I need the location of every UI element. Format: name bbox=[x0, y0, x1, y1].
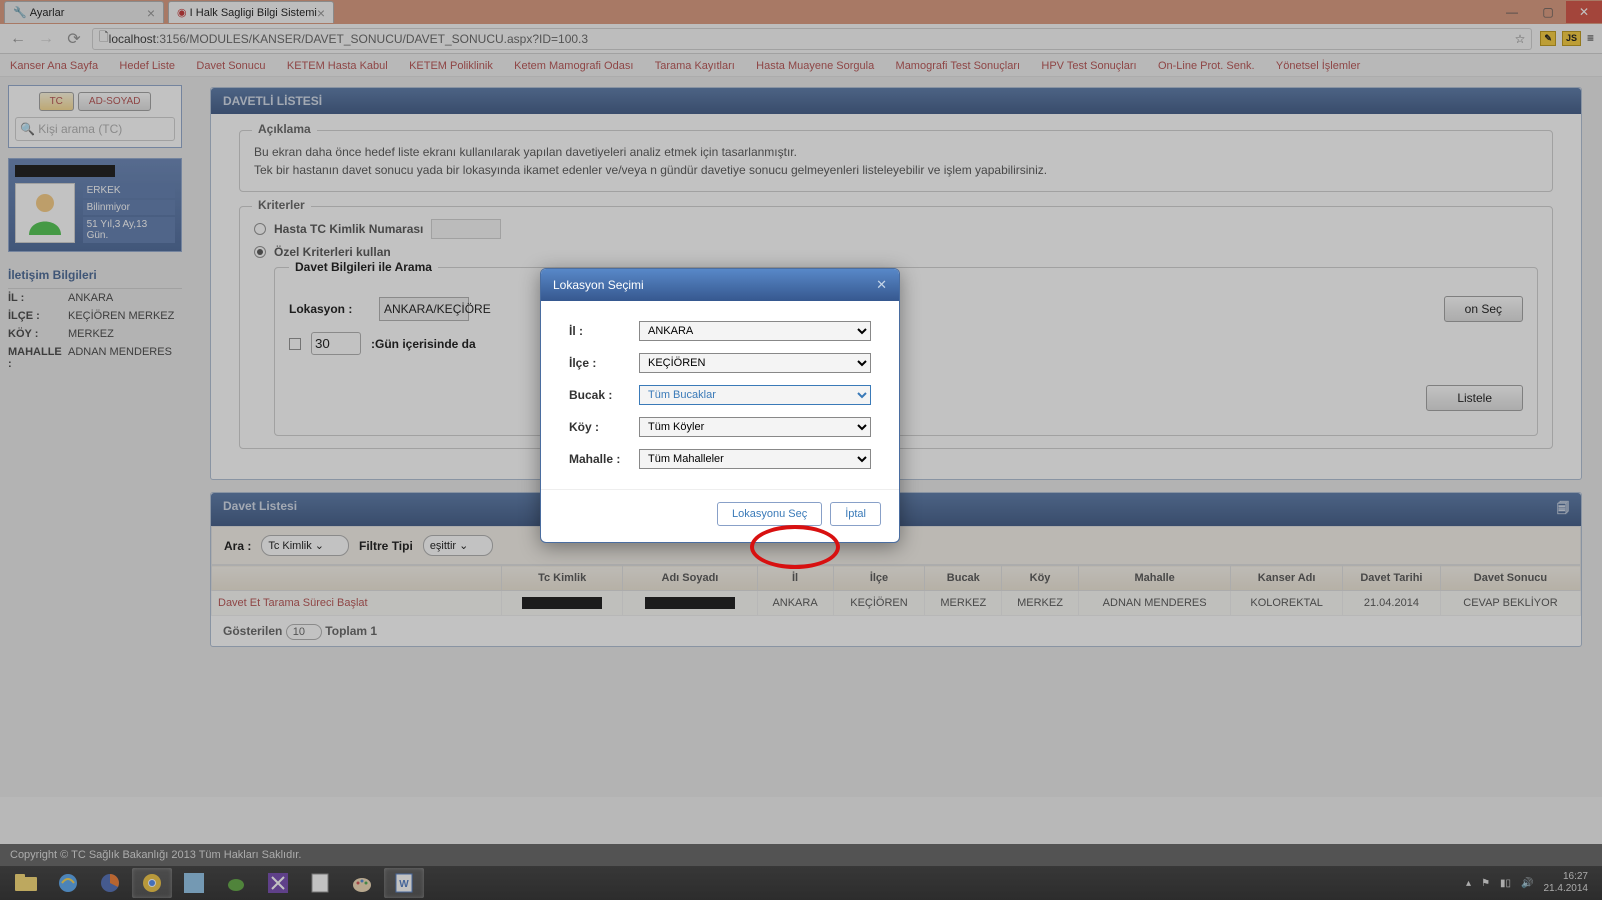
close-icon[interactable]: ✕ bbox=[876, 277, 887, 293]
lokasyon-dialog: Lokasyon Seçimi ✕ İl :ANKARA İlçe :KEÇİÖ… bbox=[540, 268, 900, 543]
dlg-ilce-lbl: İlçe : bbox=[569, 356, 639, 370]
dlg-mahalle-lbl: Mahalle : bbox=[569, 452, 639, 466]
lokasyonu-sec-button[interactable]: Lokasyonu Seç bbox=[717, 502, 822, 526]
dlg-il-lbl: İl : bbox=[569, 324, 639, 338]
dlg-il-select[interactable]: ANKARA bbox=[639, 321, 871, 341]
dlg-koy-select[interactable]: Tüm Köyler bbox=[639, 417, 871, 437]
iptal-button[interactable]: İptal bbox=[830, 502, 881, 526]
dlg-koy-lbl: Köy : bbox=[569, 420, 639, 434]
dlg-bucak-select[interactable]: Tüm Bucaklar bbox=[639, 385, 871, 405]
dlg-mahalle-select[interactable]: Tüm Mahalleler bbox=[639, 449, 871, 469]
dialog-title: Lokasyon Seçimi bbox=[553, 278, 644, 292]
dlg-ilce-select[interactable]: KEÇİÖREN bbox=[639, 353, 871, 373]
dlg-bucak-lbl: Bucak : bbox=[569, 388, 639, 402]
